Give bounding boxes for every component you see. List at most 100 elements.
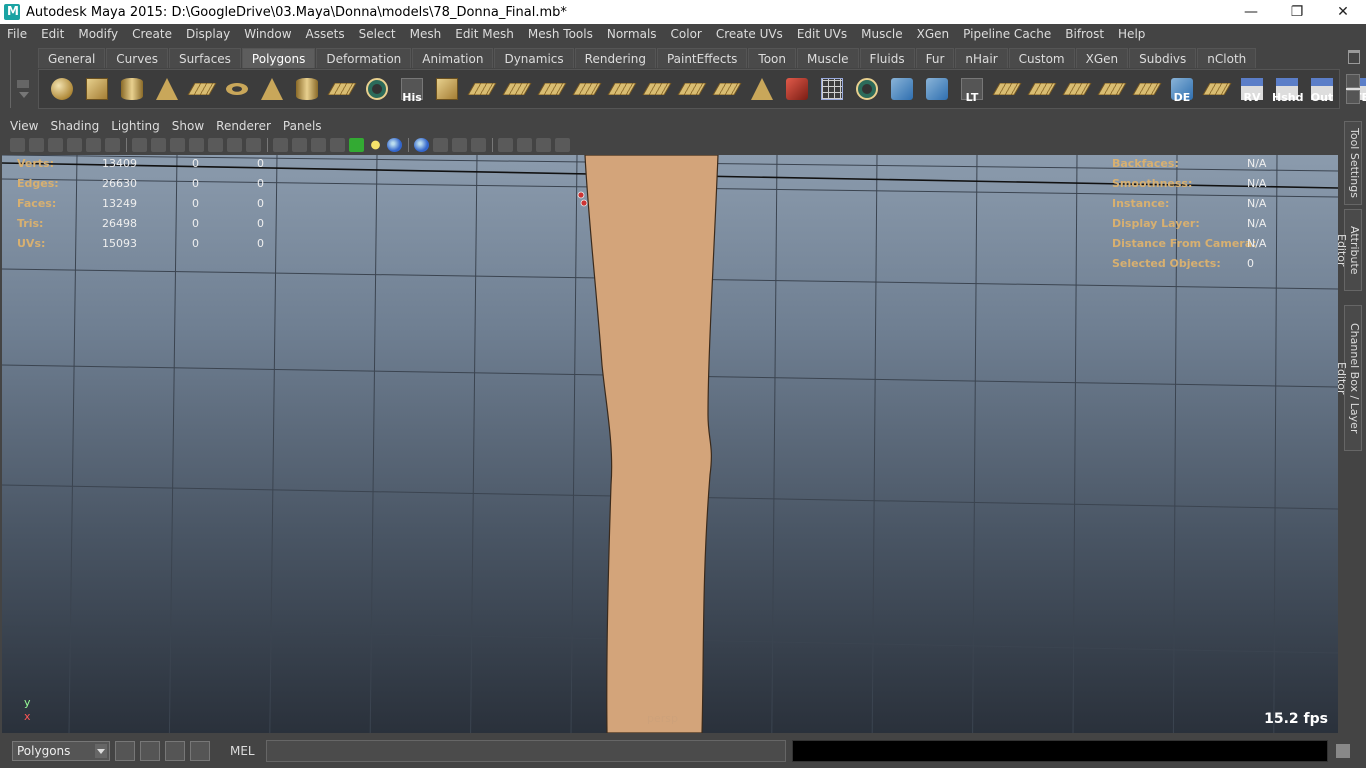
isolate-select-icon[interactable] (498, 138, 513, 152)
panel-menu-lighting[interactable]: Lighting (105, 119, 166, 133)
panel-menu-panels[interactable]: Panels (277, 119, 328, 133)
minimize-button[interactable]: — (1228, 0, 1274, 24)
close-button[interactable]: ✕ (1320, 0, 1366, 24)
out-button[interactable]: Out (1307, 74, 1337, 104)
anti-aliasing-icon[interactable] (452, 138, 467, 152)
pivot-marker[interactable] (577, 191, 585, 199)
field-chart-icon[interactable] (208, 138, 223, 152)
shelf-tab-surfaces[interactable]: Surfaces (168, 48, 241, 68)
poly-cube-button[interactable] (82, 74, 112, 104)
shelf-tab-ncloth[interactable]: nCloth (1197, 48, 1257, 68)
split-polygon-button[interactable] (537, 74, 567, 104)
script-editor-icon[interactable] (1336, 744, 1350, 758)
menu-color[interactable]: Color (664, 27, 709, 41)
poly-sphere-button[interactable] (47, 74, 77, 104)
panel-menu-shading[interactable]: Shading (44, 119, 105, 133)
safe-title-icon[interactable] (246, 138, 261, 152)
use-default-material-icon[interactable] (311, 138, 326, 152)
shelf-menu-arrow-icon[interactable] (19, 92, 29, 98)
uv-grid-button[interactable] (1097, 74, 1127, 104)
wireframe-on-shaded-icon[interactable] (330, 138, 345, 152)
bridge-button[interactable] (467, 74, 497, 104)
paint-brush-button[interactable] (782, 74, 812, 104)
shelf-tab-animation[interactable]: Animation (412, 48, 494, 68)
shelf-tab-dynamics[interactable]: Dynamics (494, 48, 574, 68)
menu-normals[interactable]: Normals (600, 27, 664, 41)
use-all-lights-icon[interactable] (368, 138, 383, 152)
uv-sew-button[interactable] (1202, 74, 1232, 104)
poly-pipe-button[interactable] (292, 74, 322, 104)
image-plane-icon[interactable] (67, 138, 82, 152)
hshd-button[interactable]: Hshd (1272, 74, 1303, 104)
shelf-tab-deformation[interactable]: Deformation (316, 48, 412, 68)
bookmarks-icon[interactable] (48, 138, 63, 152)
shelf-tab-fluids[interactable]: Fluids (859, 48, 915, 68)
poly-torus-button[interactable] (222, 74, 252, 104)
menu-mesh[interactable]: Mesh (403, 27, 449, 41)
grease-pencil-icon[interactable] (105, 138, 120, 152)
shelf-tab-muscle[interactable]: Muscle (797, 48, 859, 68)
attribute-editor-tab[interactable]: Attribute Editor (1335, 209, 1362, 291)
shadows-icon[interactable] (387, 138, 402, 152)
poly-cone-button[interactable] (152, 74, 182, 104)
de-button[interactable]: DE (1167, 74, 1197, 104)
gate-mask-icon[interactable] (189, 138, 204, 152)
menu-pipeline-cache[interactable]: Pipeline Cache (956, 27, 1058, 41)
menu-muscle[interactable]: Muscle (854, 27, 910, 41)
safe-action-icon[interactable] (227, 138, 242, 152)
lt-button[interactable]: LT (957, 74, 987, 104)
shelf-tab-toon[interactable]: Toon (748, 48, 797, 68)
menu-set-select[interactable]: Polygons (12, 741, 110, 761)
poly-soccer-ball-button[interactable] (362, 74, 392, 104)
extrude-button[interactable] (432, 74, 462, 104)
combine-button[interactable] (712, 74, 742, 104)
shelf-tab-curves[interactable]: Curves (106, 48, 168, 68)
shelf-tab-custom[interactable]: Custom (1008, 48, 1075, 68)
target-button[interactable] (852, 74, 882, 104)
append-button[interactable] (502, 74, 532, 104)
shelf-tab-polygons[interactable]: Polygons (241, 48, 316, 68)
menu-edit-mesh[interactable]: Edit Mesh (448, 27, 521, 41)
script-language-toggle[interactable]: MEL (230, 744, 260, 758)
menu-window[interactable]: Window (237, 27, 298, 41)
menu-assets[interactable]: Assets (299, 27, 352, 41)
smooth-shade-icon[interactable] (292, 138, 307, 152)
insert-edge-loop-button[interactable] (572, 74, 602, 104)
perspective-viewport[interactable]: Verts: 13409 0 0 Edges: 26630 0 0 Faces: 13249 0 0 T… (2, 155, 1338, 733)
trash-icon[interactable] (1348, 50, 1360, 64)
motion-blur-icon[interactable] (433, 138, 448, 152)
shelf-tab-painteffects[interactable]: PaintEffects (656, 48, 748, 68)
wireframe-icon[interactable] (273, 138, 288, 152)
globe-button[interactable] (887, 74, 917, 104)
shelf-handle[interactable] (10, 50, 32, 108)
rv-button[interactable]: RV (1237, 74, 1267, 104)
shelf-tab-rendering[interactable]: Rendering (574, 48, 656, 68)
menu-create[interactable]: Create (125, 27, 179, 41)
mel-command-input[interactable] (266, 740, 786, 762)
shelf-collapse-bar[interactable] (17, 80, 29, 88)
render-box-button[interactable] (922, 74, 952, 104)
screen-space-ao-icon[interactable] (414, 138, 429, 152)
menu-file[interactable]: File (0, 27, 34, 41)
collapse-button[interactable] (677, 74, 707, 104)
script-editor-button[interactable] (190, 741, 210, 761)
poly-pyramid-button[interactable] (257, 74, 287, 104)
xray-joints-icon[interactable] (536, 138, 551, 152)
camera-attributes-icon[interactable] (29, 138, 44, 152)
uv-select-button[interactable] (1027, 74, 1057, 104)
panel-menu-view[interactable]: View (4, 119, 44, 133)
menu-modify[interactable]: Modify (71, 27, 125, 41)
menu-select[interactable]: Select (352, 27, 403, 41)
single-view-button[interactable] (140, 741, 160, 761)
depth-of-field-icon[interactable] (471, 138, 486, 152)
poly-helix-button[interactable] (327, 74, 357, 104)
shelf-scroll-up-button[interactable] (1346, 74, 1360, 88)
shelf-tab-subdivs[interactable]: Subdivs (1129, 48, 1197, 68)
wireframe-cube-button[interactable] (817, 74, 847, 104)
shelf-tab-xgen[interactable]: XGen (1075, 48, 1129, 68)
tool-settings-tab[interactable]: Tool Settings (1344, 121, 1362, 205)
panel-menu-renderer[interactable]: Renderer (210, 119, 277, 133)
offset-edge-loop-button[interactable] (607, 74, 637, 104)
film-gate-icon[interactable] (151, 138, 166, 152)
grid-toggle-icon[interactable] (132, 138, 147, 152)
